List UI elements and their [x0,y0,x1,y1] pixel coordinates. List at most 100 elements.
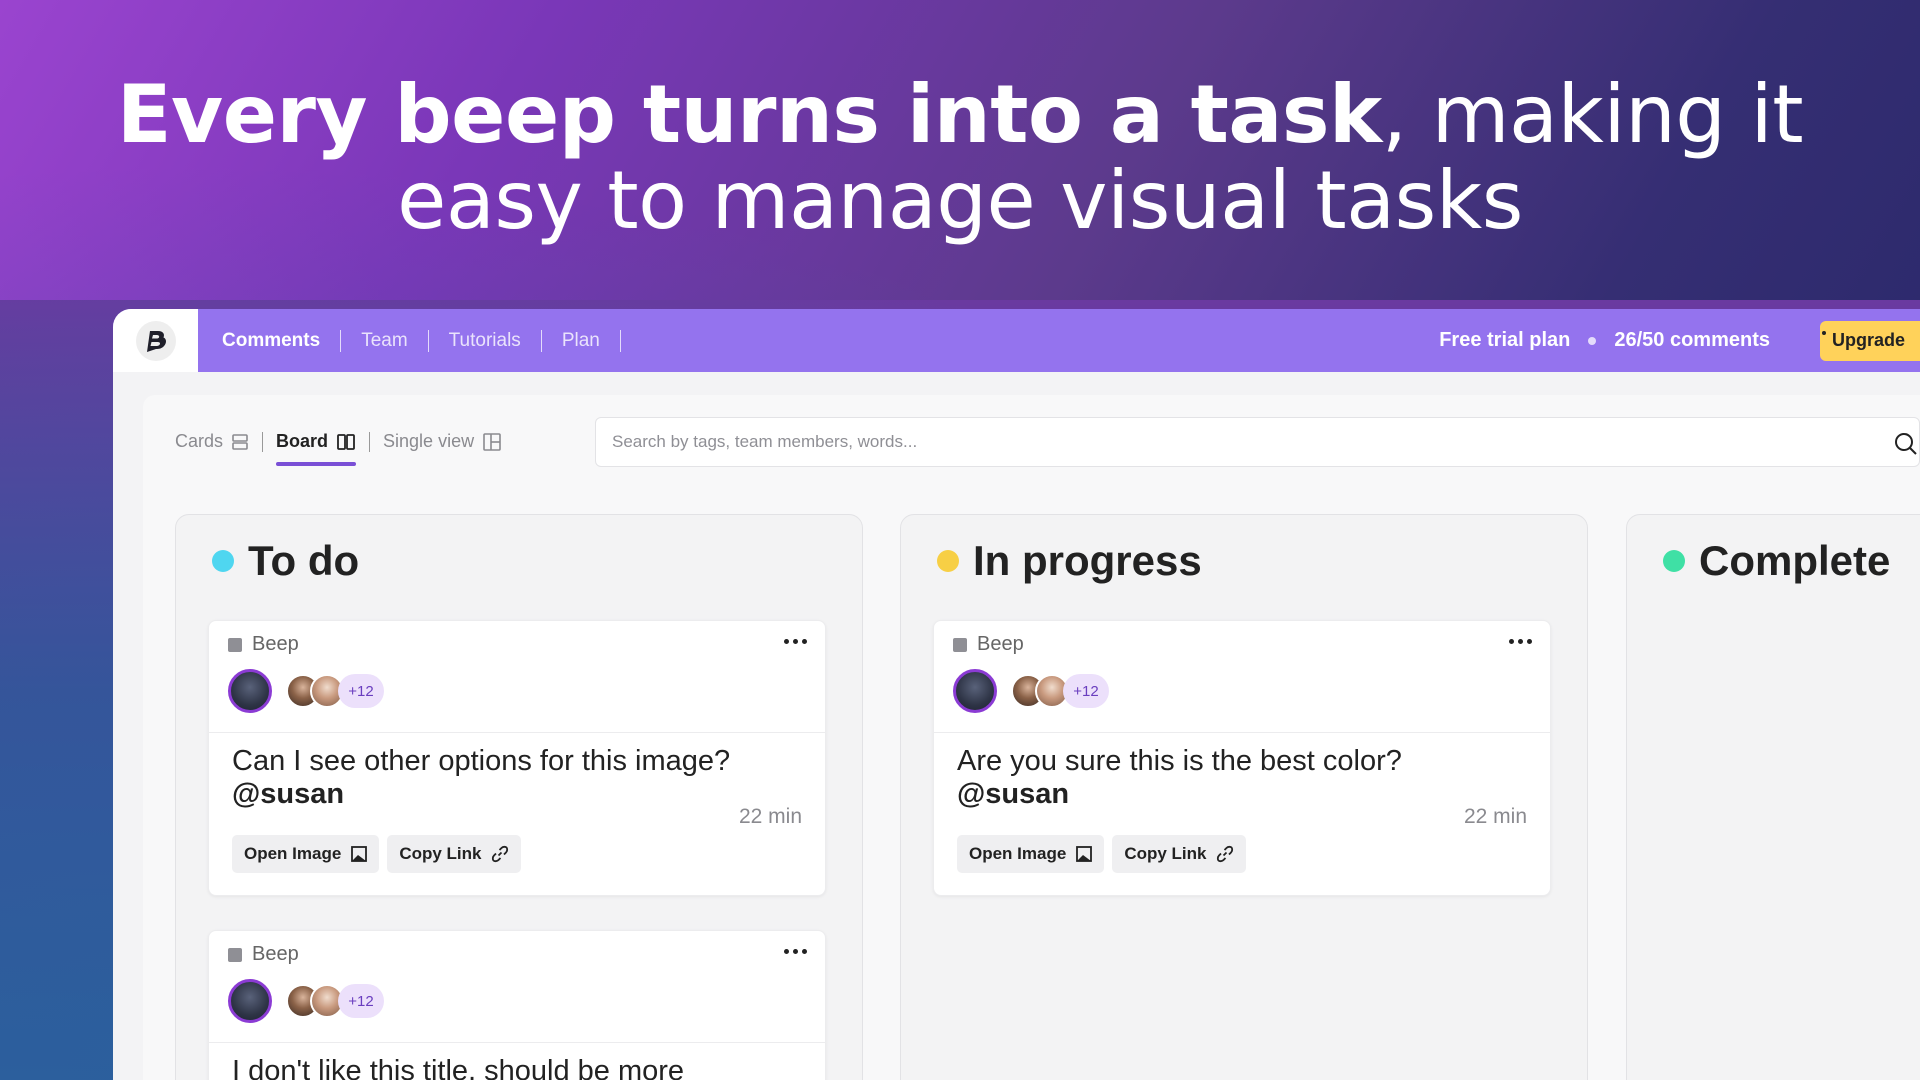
task-card[interactable]: Beep +12 Can I see other options for thi… [208,620,826,896]
tag-icon [228,637,242,652]
view-divider [262,431,264,452]
card-tag: Beep [228,943,299,966]
card-header: Beep +12 [209,931,825,1043]
comment-text: I don't like this title, should be more [232,1055,685,1080]
copy-link-button[interactable]: Copy Link [387,835,522,873]
nav-divider [540,329,542,352]
column-title: In progress [937,537,1202,585]
card-tag: Beep [953,633,1024,656]
comment-text: Are you sure this is the best color? [957,745,1402,777]
view-board-label: Board [276,431,329,451]
nav-team[interactable]: Team [361,330,427,352]
nav-divider [340,329,342,352]
card-body: Can I see other options for this image? … [209,733,825,895]
column-todo: To do Beep +12 Can I see other options f… [175,514,863,1080]
more-options-button[interactable] [784,639,807,644]
search-bar [595,417,1920,467]
member-avatars[interactable]: +12 [953,669,1109,713]
logo-box[interactable] [113,309,198,372]
search-icon[interactable] [1893,431,1919,457]
main-nav: Comments Team Tutorials Plan [222,329,641,352]
headline: Every beep turns into a task, making it … [0,72,1920,244]
top-bar: Comments Team Tutorials Plan Free trial … [113,309,1920,372]
status-dot [937,550,959,572]
view-board[interactable]: Board [276,431,357,466]
search-input[interactable] [596,418,1796,466]
nav-divider [619,329,621,352]
nav-tutorials[interactable]: Tutorials [449,330,541,352]
member-avatars[interactable]: +12 [228,669,384,713]
card-tag-label: Beep [252,633,299,655]
board-icon [337,433,355,450]
avatar [228,979,272,1023]
view-single-label: Single view [383,431,475,451]
beep-logo-icon [146,330,166,352]
content-panel: Cards Board Single view Search by tags, … [143,395,1920,1080]
logo [135,320,176,361]
card-tag: Beep [228,633,299,656]
headline-light: , making it [1381,68,1804,161]
card-tag-label: Beep [252,943,299,965]
card-body: Are you sure this is the best color? @su… [934,733,1550,895]
link-icon [492,845,509,863]
column-name: Complete [1699,537,1891,584]
avatar [228,669,272,713]
extra-members-badge: +12 [338,674,384,708]
avatar [953,669,997,713]
notification-dot [1820,328,1828,337]
upgrade-label: Upgrade [1832,330,1906,350]
column-name: To do [248,537,360,584]
view-cards[interactable]: Cards [175,431,249,452]
headline-line-1: Every beep turns into a task, making it [0,72,1920,158]
headline-line-2: easy to manage visual tasks [397,154,1523,247]
open-image-button[interactable]: Open Image [957,835,1105,873]
nav-divider [427,329,429,352]
card-actions: Open Image Copy Link [232,835,802,895]
member-avatars[interactable]: +12 [228,979,384,1023]
single-view-icon [483,432,501,451]
extra-members-badge: +12 [1063,674,1109,708]
extra-members-badge: +12 [338,984,384,1018]
mention[interactable]: @susan [232,778,802,811]
view-cards-label: Cards [175,431,224,451]
column-in-progress: In progress Beep +12 Are you sure this i… [900,514,1588,1080]
app-window: Comments Team Tutorials Plan Free trial … [113,309,1920,1080]
card-body: I don't like this title, should be more [209,1043,825,1080]
card-header: Beep +12 [934,621,1550,733]
more-options-button[interactable] [784,949,807,954]
mention[interactable]: @susan [957,778,1527,811]
comment-text: Can I see other options for this image? [232,745,731,777]
link-icon [1217,845,1234,863]
status-dot [212,550,234,572]
plan-separator-dot [1588,336,1597,345]
task-card[interactable]: Beep +12 I don't like this title, should… [208,930,826,1080]
nav-comments[interactable]: Comments [222,330,340,352]
comments-count: 26/50 comments [1614,329,1770,351]
copy-link-label: Copy Link [399,844,482,863]
task-card[interactable]: Beep +12 Are you sure this is the best c… [933,620,1551,896]
tag-icon [228,947,242,962]
view-single[interactable]: Single view [383,431,502,452]
plan-area: Free trial plan 26/50 comments Upgrade [1439,309,1920,372]
column-name: In progress [973,537,1202,584]
upgrade-button[interactable]: Upgrade [1820,320,1920,361]
view-divider [369,431,371,452]
card-header: Beep +12 [209,621,825,733]
column-title: Complete [1663,537,1890,585]
headline-bold: Every beep turns into a task [116,68,1382,161]
status-dot [1663,550,1685,572]
more-options-button[interactable] [1509,639,1532,644]
nav-plan[interactable]: Plan [562,330,620,352]
view-toggle: Cards Board Single view [175,431,502,466]
plan-name: Free trial plan [1439,329,1571,351]
copy-link-label: Copy Link [1124,844,1207,863]
open-image-label: Open Image [244,844,342,863]
cards-icon [232,433,248,450]
comment-time: 22 min [738,805,802,828]
card-actions: Open Image Copy Link [957,835,1527,895]
open-image-label: Open Image [969,844,1067,863]
image-icon [1076,846,1093,862]
copy-link-button[interactable]: Copy Link [1112,835,1247,873]
open-image-button[interactable]: Open Image [232,835,380,873]
column-complete: Complete [1626,514,1920,1080]
